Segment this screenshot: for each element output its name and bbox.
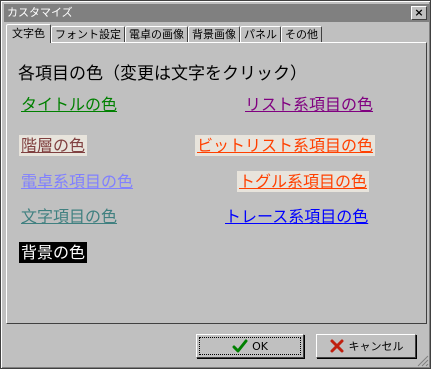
calculator-item-color-label[interactable]: 電卓系項目の色 xyxy=(19,171,136,192)
text-item-color-label[interactable]: 文字項目の色 xyxy=(19,206,120,227)
cancel-button-label: キャンセル xyxy=(348,340,404,353)
tab-other[interactable]: その他 xyxy=(281,26,322,43)
close-button[interactable]: × xyxy=(411,6,427,20)
bitlist-item-color-label[interactable]: ビットリスト系項目の色 xyxy=(195,135,376,156)
button-bar: OK キャンセル xyxy=(4,327,429,367)
x-mark-icon xyxy=(330,339,343,353)
tab-calculator-image[interactable]: 電卓の画像 xyxy=(125,26,188,43)
resize-grip-icon[interactable] xyxy=(417,355,429,367)
title-bar: カスタマイズ × xyxy=(4,4,429,22)
close-icon: × xyxy=(414,6,424,19)
trace-item-color-label[interactable]: トレース系項目の色 xyxy=(223,206,371,227)
list-item-color-label[interactable]: リスト系項目の色 xyxy=(243,94,376,115)
checkmark-icon xyxy=(232,339,248,353)
ok-button-label: OK xyxy=(252,339,268,353)
title-color-label[interactable]: タイトルの色 xyxy=(19,94,120,115)
tab-text-color[interactable]: 文字色 xyxy=(6,24,51,43)
tab-background-image[interactable]: 背景画像 xyxy=(188,26,240,43)
tab-strip: 文字色 フォント設定 電卓の画像 背景画像 パネル その他 xyxy=(6,24,322,43)
tab-font-settings[interactable]: フォント設定 xyxy=(51,26,125,43)
text-color-panel: 各項目の色（変更は文字をクリック） タイトルの色 リスト系項目の色 階層の色 ビ… xyxy=(6,42,427,324)
tab-panel[interactable]: パネル xyxy=(240,26,281,43)
toggle-item-color-label[interactable]: トグル系項目の色 xyxy=(237,171,370,192)
background-color-label[interactable]: 背景の色 xyxy=(19,242,88,263)
panel-heading: 各項目の色（変更は文字をクリック） xyxy=(18,64,307,84)
ok-button[interactable]: OK xyxy=(196,334,304,358)
window-title: カスタマイズ xyxy=(7,6,73,19)
cancel-button[interactable]: キャンセル xyxy=(316,334,416,358)
customize-dialog: カスタマイズ × 文字色 フォント設定 電卓の画像 背景画像 パネル その他 各… xyxy=(0,0,431,369)
hierarchy-color-label[interactable]: 階層の色 xyxy=(19,135,88,156)
